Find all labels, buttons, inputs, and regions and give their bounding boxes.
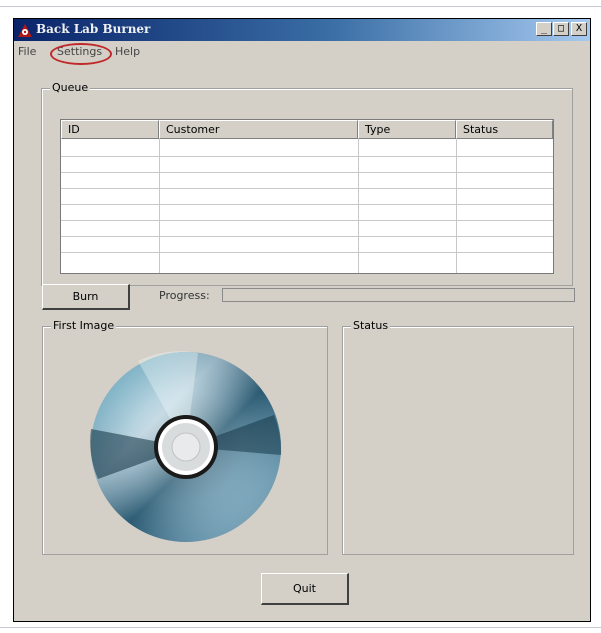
table-row[interactable] <box>61 204 553 205</box>
minimize-button[interactable]: _ <box>536 22 552 36</box>
menu-item-help[interactable]: Help <box>115 45 140 58</box>
progress-bar <box>222 288 575 302</box>
burn-button[interactable]: Burn <box>42 284 130 310</box>
table-row[interactable] <box>61 220 553 221</box>
column-header-type[interactable]: Type <box>358 120 456 139</box>
maximize-button[interactable]: □ <box>553 22 569 36</box>
close-button[interactable]: X <box>571 22 587 36</box>
page-top-border <box>0 6 601 7</box>
window-title: Back Lab Burner <box>36 22 151 36</box>
status-groupbox: Status <box>342 319 574 555</box>
table-row[interactable] <box>61 236 553 237</box>
queue-table[interactable]: ID Customer Type Status <box>60 119 554 274</box>
column-header-status[interactable]: Status <box>456 120 553 139</box>
table-row[interactable] <box>61 172 553 173</box>
table-row[interactable] <box>61 252 553 253</box>
queue-label: Queue <box>50 81 91 94</box>
page-bottom-border <box>0 627 601 628</box>
app-logo-icon <box>16 21 34 39</box>
title-bar[interactable]: Back Lab Burner _ □ X <box>14 19 590 41</box>
quit-button[interactable]: Quit <box>261 573 349 605</box>
cd-disc-icon <box>88 349 284 545</box>
column-header-customer[interactable]: Customer <box>159 120 358 139</box>
first-image-label: First Image <box>51 319 117 332</box>
progress-label: Progress: <box>159 289 210 302</box>
queue-table-header: ID Customer Type Status <box>61 120 553 139</box>
settings-highlight-circle <box>50 43 112 65</box>
table-row[interactable] <box>61 156 553 157</box>
table-row[interactable] <box>61 188 553 189</box>
status-panel-label: Status <box>351 319 391 332</box>
column-header-id[interactable]: ID <box>61 120 159 139</box>
menu-item-file[interactable]: File <box>18 45 36 58</box>
app-window: Back Lab Burner _ □ X File Settings Help… <box>13 18 591 622</box>
